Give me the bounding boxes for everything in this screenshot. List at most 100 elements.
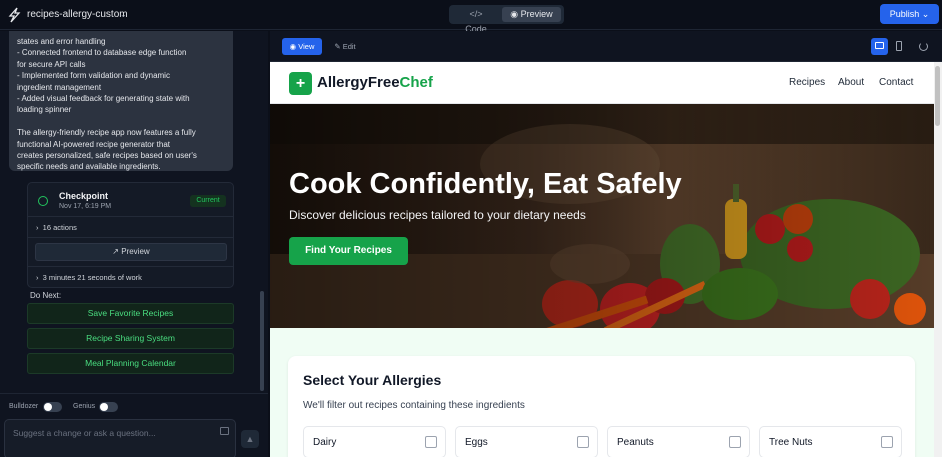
find-recipes-button[interactable]: Find Your Recipes <box>289 237 408 265</box>
plus-logo-icon[interactable]: + <box>289 72 312 95</box>
suggestion-button[interactable]: Recipe Sharing System <box>27 328 234 349</box>
divider <box>28 266 233 267</box>
work-time: 3 minutes 21 seconds of work <box>42 273 142 282</box>
checkpoint-date: Nov 17, 6:19 PM <box>59 203 112 210</box>
allergy-option-eggs[interactable]: Eggs <box>455 426 598 457</box>
divider <box>28 216 233 217</box>
divider <box>28 237 233 238</box>
phone-icon <box>896 41 902 51</box>
chat-input[interactable]: Suggest a change or ask a question... <box>4 419 236 457</box>
message-line <box>17 116 225 127</box>
message-line: The allergy-friendly recipe app now feat… <box>17 128 196 138</box>
monitor-icon <box>875 42 884 49</box>
checkpoint-card: Checkpoint Nov 17, 6:19 PM Current › 16 … <box>27 182 234 288</box>
chevron-right-icon: › <box>36 273 39 282</box>
allergy-checkbox[interactable] <box>577 436 589 448</box>
allergy-option-peanuts[interactable]: Peanuts <box>607 426 750 457</box>
bulldozer-label: Bulldozer <box>9 403 39 410</box>
allergy-checkbox[interactable] <box>729 436 741 448</box>
preview-tab[interactable]: ◉ Preview <box>502 7 561 22</box>
hero-subtitle: Discover delicious recipes tailored to y… <box>289 208 586 222</box>
checkpoint-preview-button[interactable]: ↗ Preview <box>35 243 227 261</box>
allergy-option-dairy[interactable]: Dairy <box>303 426 446 457</box>
hero-section: Cook Confidently, Eat Safely Discover de… <box>270 104 934 328</box>
site-navbar: + AllergyFreeChef Recipes About Contact <box>270 62 934 104</box>
message-line: creates personalized, safe recipes based… <box>17 151 197 161</box>
edit-label: Edit <box>342 42 356 51</box>
message-line: - Added visual feedback for generating s… <box>17 94 190 104</box>
allergy-option-label: Dairy <box>313 437 337 448</box>
chat-input-placeholder: Suggest a change or ask a question... <box>13 428 156 438</box>
eye-icon: ◉ <box>289 42 297 51</box>
message-line: - Implemented form validation and dynami… <box>17 71 170 81</box>
allergy-section: Select Your Allergies We'll filter out r… <box>270 328 934 457</box>
allergy-card: Select Your Allergies We'll filter out r… <box>288 356 915 457</box>
actions-expander[interactable]: › 16 actions <box>36 223 77 232</box>
actions-count: 16 actions <box>42 223 77 232</box>
desktop-view-button[interactable] <box>871 38 888 55</box>
site-brand[interactable]: AllergyFreeChef <box>317 74 433 91</box>
do-next-label: Do Next: <box>30 291 62 300</box>
checkpoint-title: Checkpoint <box>59 191 109 201</box>
current-badge: Current <box>190 195 226 207</box>
message-line: for secure API calls <box>17 59 86 69</box>
message-line: - Connected frontend to database edge fu… <box>17 48 187 58</box>
allergy-option-label: Tree Nuts <box>769 437 813 448</box>
mobile-view-button[interactable] <box>891 38 908 55</box>
code-tab[interactable]: </> Code <box>452 7 500 34</box>
app-logo-icon[interactable] <box>7 7 21 23</box>
view-mode-toggle: </> Code ◉ Preview <box>449 5 564 34</box>
send-icon: ▲ <box>245 434 255 444</box>
external-link-icon: ↗ <box>112 247 119 256</box>
brand-accent: Chef <box>399 74 433 91</box>
preview-toolbar: ◉ View ✎ Edit <box>270 31 942 62</box>
genius-toggle[interactable] <box>99 402 118 412</box>
chevron-right-icon: › <box>36 223 39 232</box>
allergy-checkbox[interactable] <box>425 436 437 448</box>
chat-panel: states and error handling - Connected fr… <box>0 31 268 457</box>
genius-label: Genius <box>73 403 96 410</box>
chevron-down-icon[interactable]: ⌄ <box>120 10 127 19</box>
image-attach-icon[interactable] <box>220 427 229 435</box>
refresh-button[interactable] <box>915 38 932 55</box>
pencil-icon: ✎ <box>334 42 341 51</box>
nav-link-contact[interactable]: Contact <box>879 77 913 88</box>
scrollbar-thumb[interactable] <box>935 66 940 126</box>
allergy-checkbox[interactable] <box>881 436 893 448</box>
allergy-title: Select Your Allergies <box>303 372 442 388</box>
message-line: states and error handling <box>17 37 106 46</box>
message-line: specific needs and available ingredients… <box>17 162 161 172</box>
website-preview: + AllergyFreeChef Recipes About Contact <box>270 62 934 457</box>
work-time-expander[interactable]: › 3 minutes 21 seconds of work <box>36 273 142 282</box>
top-bar: recipes-allergy-custom ⌄ </> Code ◉ Prev… <box>0 0 942 34</box>
assistant-message: states and error handling - Connected fr… <box>9 31 233 171</box>
allergy-option-tree-nuts[interactable]: Tree Nuts <box>759 426 902 457</box>
view-button[interactable]: ◉ View <box>282 38 322 55</box>
allergy-option-label: Peanuts <box>617 437 654 448</box>
check-circle-icon <box>38 196 48 206</box>
nav-link-recipes[interactable]: Recipes <box>789 77 825 88</box>
checkpoint-preview-label: Preview <box>121 247 150 256</box>
chat-input-area: Bulldozer Genius Suggest a change or ask… <box>0 393 268 457</box>
preview-tab-label: Preview <box>520 9 553 19</box>
message-line: ingredient management <box>17 82 102 92</box>
bulldozer-toggle[interactable] <box>43 402 62 412</box>
allergy-option-label: Eggs <box>465 437 488 448</box>
edit-button[interactable]: ✎ Edit <box>328 38 362 55</box>
chat-scrollbar[interactable] <box>260 291 264 391</box>
allergy-subtitle: We'll filter out recipes containing thes… <box>303 400 525 411</box>
project-name[interactable]: recipes-allergy-custom <box>27 9 128 20</box>
suggestion-button[interactable]: Save Favorite Recipes <box>27 303 234 324</box>
preview-scrollbar[interactable] <box>934 62 942 457</box>
message-line: loading spinner <box>17 105 72 115</box>
suggestion-button[interactable]: Meal Planning Calendar <box>27 353 234 374</box>
eye-icon: ◉ <box>510 9 519 19</box>
refresh-icon <box>919 42 928 51</box>
publish-label: Publish <box>889 9 920 19</box>
publish-button[interactable]: Publish ⌄ <box>880 4 939 24</box>
view-label: View <box>298 42 315 51</box>
brand-main: AllergyFree <box>317 74 400 91</box>
nav-link-about[interactable]: About <box>838 77 864 88</box>
send-button[interactable]: ▲ <box>241 430 259 448</box>
message-line: functional AI-powered recipe generator t… <box>17 139 170 149</box>
